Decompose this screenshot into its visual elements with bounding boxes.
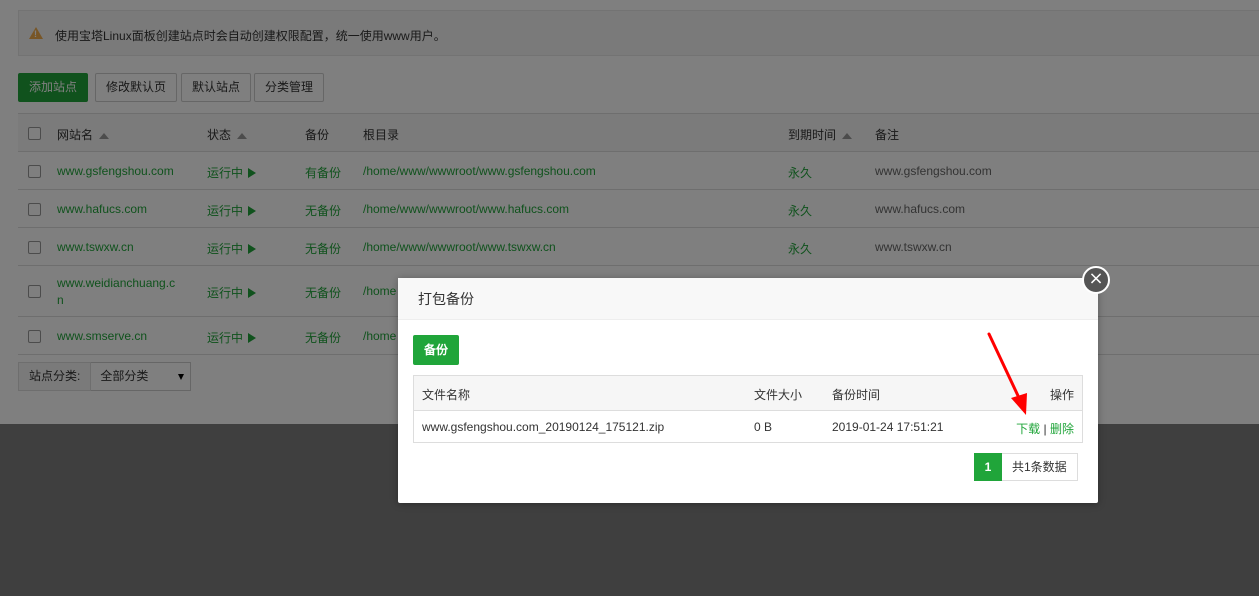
header-size: 文件大小 xyxy=(754,388,803,402)
action-separator: | xyxy=(1043,422,1047,436)
header-action: 操作 xyxy=(1049,388,1074,402)
backup-actions: 下载 | 删除 xyxy=(1016,420,1074,437)
create-backup-button[interactable]: 备份 xyxy=(413,335,459,365)
header-filename: 文件名称 xyxy=(422,388,471,402)
header-time: 备份时间 xyxy=(832,388,881,402)
download-link[interactable]: 下载 xyxy=(1016,422,1040,436)
page-current[interactable]: 1 xyxy=(974,453,1002,481)
modal-title: 打包备份 xyxy=(398,278,1098,320)
delete-link[interactable]: 删除 xyxy=(1050,422,1074,436)
backup-filename: www.gsfengshou.com_20190124_175121.zip xyxy=(422,420,665,434)
backup-size: 0 B xyxy=(754,420,773,434)
page-total: 共1条数据 xyxy=(1002,453,1078,481)
annotation-arrow-icon xyxy=(987,332,1027,415)
close-icon[interactable]: × xyxy=(1082,266,1110,294)
backup-time: 2019-01-24 17:51:21 xyxy=(832,420,944,434)
pagination: 1 共1条数据 xyxy=(974,453,1078,481)
